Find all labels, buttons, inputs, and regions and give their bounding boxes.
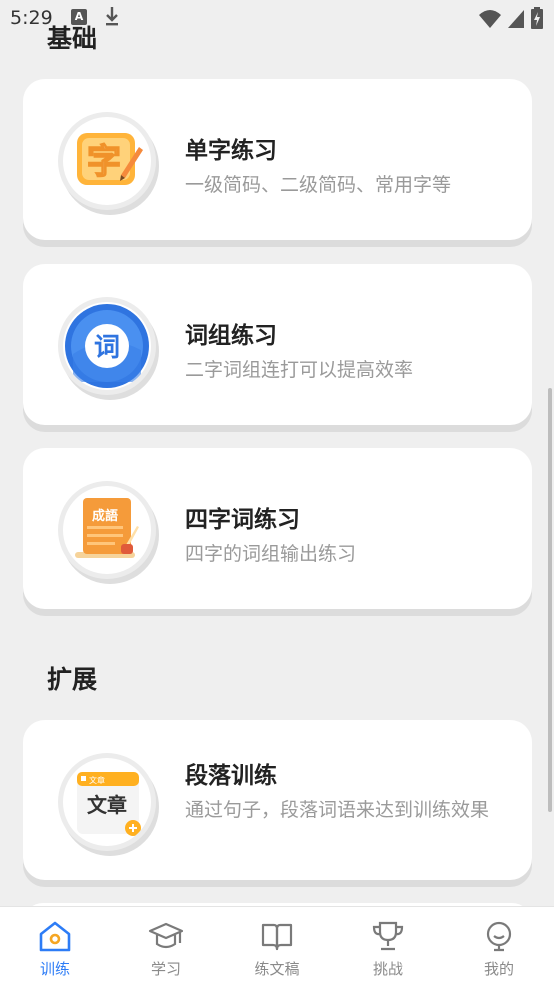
trophy-icon (372, 921, 404, 951)
nav-item-study[interactable]: 学习 (111, 907, 221, 985)
word-icon-text: 词 (94, 333, 120, 363)
card-title: 四字词练习 (185, 507, 300, 533)
nav-item-challenge[interactable]: 挑战 (333, 907, 443, 985)
card-word-group-practice[interactable]: 词 词组练习 二字词组连打可以提高效率 (23, 264, 532, 425)
nav-item-training[interactable]: 训练 (0, 907, 110, 985)
card-paragraph-training[interactable]: 文章 文章 段落训练 通过句子，段落词语来达到训练效果 (23, 720, 532, 880)
nav-item-mine[interactable]: 我的 (444, 907, 554, 985)
idiom-book-icon: 成語 (58, 481, 156, 579)
download-icon (106, 7, 118, 26)
article-icon: 文章 文章 (58, 753, 156, 851)
profile-icon (486, 921, 512, 952)
battery-charging-icon (531, 7, 543, 29)
open-book-icon (261, 923, 293, 951)
graduation-cap-icon (148, 922, 184, 949)
card-single-character-practice[interactable]: 字 单字练习 一级简码、二级简码、常用字等 (23, 79, 532, 240)
nav-label: 练文稿 (254, 960, 300, 978)
word-icon: 词 (58, 297, 156, 395)
card-four-character-word-practice[interactable]: 成語 四字词练习 四字的词组输出练习 (23, 448, 532, 609)
wifi-icon (478, 10, 501, 28)
article-icon-tag: 文章 (89, 775, 105, 785)
card-description: 二字词组连打可以提高效率 (185, 359, 414, 381)
scrollbar[interactable] (548, 388, 552, 812)
nav-label: 我的 (483, 960, 514, 978)
card-description: 四字的词组输出练习 (185, 543, 357, 565)
bottom-navigation: 训练 学习 练文稿 挑战 我的 (0, 906, 554, 985)
section-title-basic: 基础 (47, 24, 98, 53)
section-title-extended: 扩展 (47, 665, 98, 694)
nav-label: 学习 (150, 960, 181, 978)
nav-label: 训练 (39, 960, 70, 978)
character-icon-text: 字 (87, 142, 121, 182)
card-description: 一级简码、二级简码、常用字等 (185, 174, 452, 196)
nav-label: 挑战 (372, 960, 403, 978)
idiom-book-icon-text: 成語 (92, 508, 118, 524)
character-icon: 字 (58, 112, 156, 210)
card-title: 段落训练 (185, 763, 277, 789)
signal-icon (507, 10, 524, 28)
card-title: 词组练习 (185, 323, 277, 349)
article-icon-text: 文章 (87, 793, 127, 817)
nav-item-practice-text[interactable]: 练文稿 (222, 907, 332, 985)
home-icon (39, 921, 71, 952)
card-title: 单字练习 (185, 138, 277, 164)
card-description: 通过句子，段落词语来达到训练效果 (185, 799, 490, 821)
